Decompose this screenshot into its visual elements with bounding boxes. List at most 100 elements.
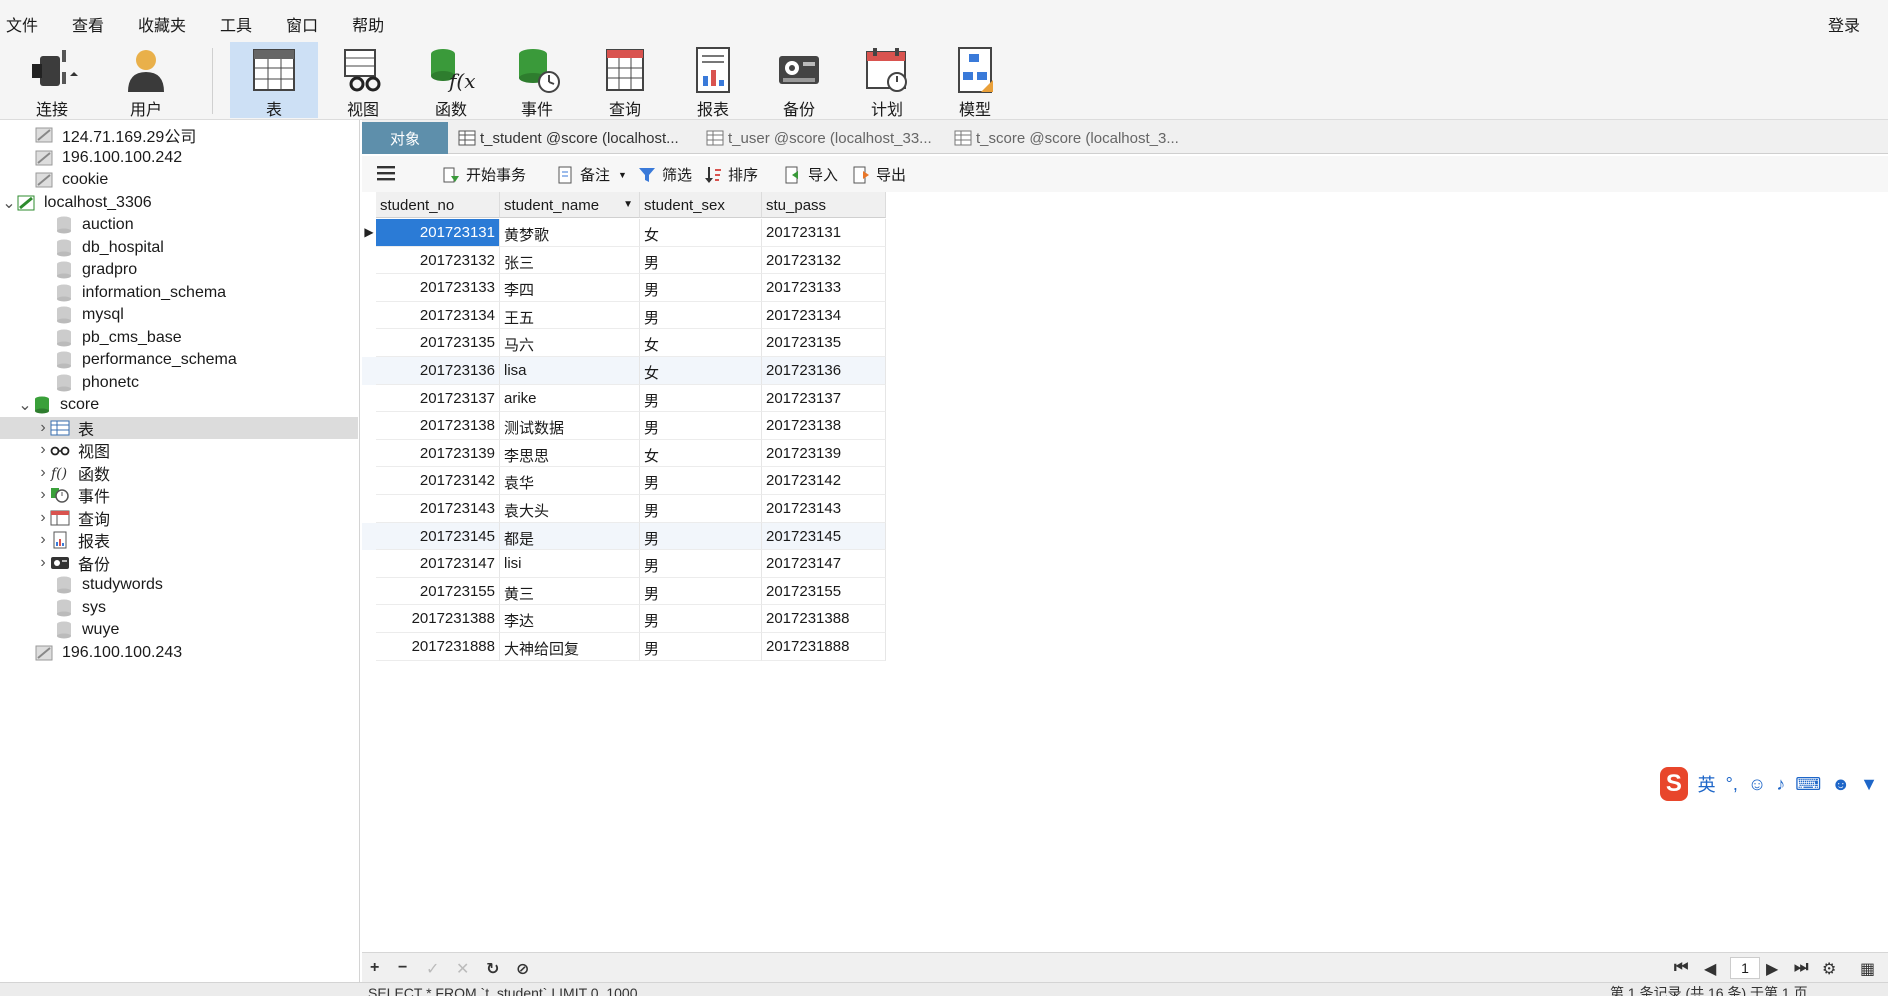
tab-t-score[interactable]: t_score @score (localhost_3... [948,122,1198,154]
ime-toolbar[interactable]: S 英 °, ☺ ♪ ⌨ ☻ ▼ [1660,766,1888,802]
tree-item[interactable]: phonetc [0,372,358,395]
table-cell[interactable]: 王五 [500,301,640,330]
menu-item[interactable]: 查看 [72,12,104,36]
tree-item[interactable]: auction [0,214,358,237]
table-cell[interactable]: 201723147 [376,550,500,578]
table-row[interactable]: 201723135 马六女 201723135 [362,329,886,357]
chevron-right-icon[interactable]: › [36,486,50,504]
tree-item[interactable]: 124.71.169.29公司 [0,124,358,147]
table-cell[interactable]: 201723145 [762,522,886,551]
tab-objects[interactable]: 对象 [362,122,448,154]
table-row[interactable]: 201723155 黄三男 201723155 [362,577,886,606]
table-cell[interactable]: 黄三 [500,577,640,606]
first-page-icon[interactable]: ⏮ [1674,959,1688,977]
table-row[interactable]: 201723139 李思思女 201723139 [362,439,886,468]
table-cell[interactable]: 201723139 [376,439,500,468]
table-cell[interactable]: 201723155 [376,577,500,606]
table-cell[interactable]: 201723143 [376,495,500,523]
report-button[interactable]: 报表 [678,42,748,119]
table-cell[interactable]: 男 [640,550,762,578]
tree-item[interactable]: cookie [0,169,358,192]
next-page-icon[interactable]: ▶ [1766,959,1778,979]
tab-t-user[interactable]: t_user @score (localhost_33... [700,122,938,154]
table-row[interactable]: ▶ 201723131 黄梦歌女 201723131 [362,219,886,247]
microphone-icon[interactable]: ♪ [1776,774,1785,795]
table-row[interactable]: 2017231388 李达男 2017231388 [362,605,886,633]
table-row[interactable]: 201723133 李四男 201723133 [362,274,886,302]
tree-item[interactable]: › 查询 [0,507,358,530]
table-row[interactable]: 201723142 袁华男 201723142 [362,467,886,495]
function-button[interactable]: f(x) 函数 [416,42,486,119]
table-cell[interactable]: 女 [640,357,762,385]
tree-item[interactable]: › f() 函数 [0,462,358,485]
model-button[interactable]: 模型 [940,42,1010,119]
table-cell[interactable]: 都是 [500,522,640,551]
user-button[interactable]: 用户 [108,42,184,119]
table-cell[interactable]: 201723135 [762,329,886,357]
table-cell[interactable]: 袁华 [500,467,640,495]
last-page-icon[interactable]: ⏭ [1794,959,1808,977]
table-cell[interactable]: 男 [640,412,762,440]
table-cell[interactable]: 2017231388 [762,605,886,633]
table-cell[interactable]: 201723131 [376,219,500,247]
table-cell[interactable]: 女 [640,439,762,468]
apply-icon[interactable]: ✓ [426,959,439,979]
tree-item[interactable]: › 事件 [0,484,358,507]
table-cell[interactable]: 201723137 [376,384,500,413]
query-button[interactable]: 查询 [590,42,660,119]
table-cell[interactable]: 201723135 [376,329,500,357]
table-cell[interactable]: 大神给回复 [500,633,640,661]
table-cell[interactable]: 201723145 [376,522,500,551]
tree-item[interactable]: mysql [0,304,358,327]
skin-icon[interactable]: ▼ [1860,774,1878,795]
table-row[interactable]: 201723136 lisa 女 201723136 [362,357,886,385]
tree-item[interactable]: studywords [0,574,358,597]
tab-t-student[interactable]: t_student @score (localhost... [452,122,690,154]
tree-item[interactable]: gradpro [0,259,358,282]
tree-item[interactable]: performance_schema [0,349,358,372]
table-cell[interactable]: 男 [640,384,762,413]
table-cell[interactable]: 201723137 [762,384,886,413]
table-cell[interactable]: 201723147 [762,550,886,578]
tree-item[interactable]: db_hospital [0,237,358,260]
table-cell[interactable]: 马六 [500,329,640,357]
table-button[interactable]: 表 [230,42,318,119]
page-number-input[interactable]: 1 [1730,957,1760,979]
event-button[interactable]: 事件 [502,42,572,119]
chevron-down-icon[interactable]: ⌄ [2,193,16,213]
menu-item[interactable]: 窗口 [286,12,318,36]
table-cell[interactable]: 201723132 [762,246,886,275]
gear-icon[interactable]: ⚙ [1822,959,1836,979]
delete-record-icon[interactable]: − [398,959,407,977]
table-cell[interactable]: 女 [640,219,762,247]
login-link[interactable]: 登录 [1828,12,1860,36]
sort-button[interactable]: 排序 [704,164,758,185]
chevron-down-icon[interactable]: ⌄ [18,395,32,415]
tree-item[interactable]: › 表 [0,416,358,439]
chevron-right-icon[interactable]: › [36,509,50,527]
chevron-right-icon[interactable]: › [36,464,50,482]
table-row[interactable]: 201723134 王五男 201723134 [362,301,886,330]
ime-lang[interactable]: 英 [1698,771,1716,797]
table-cell[interactable]: 201723138 [762,412,886,440]
filter-button[interactable]: 筛选 [638,164,692,185]
table-cell[interactable]: 201723139 [762,439,886,468]
table-cell[interactable]: 201723133 [762,274,886,302]
table-cell[interactable]: 男 [640,467,762,495]
connect-button[interactable]: 连接 [14,42,90,119]
table-cell[interactable]: 201723133 [376,274,500,302]
table-cell[interactable]: 2017231388 [376,605,500,633]
table-row[interactable]: 201723147 lisi 男 201723147 [362,550,886,578]
chevron-down-icon[interactable]: ▼ [623,199,633,210]
table-cell[interactable]: 测试数据 [500,412,640,440]
prev-page-icon[interactable]: ◀ [1704,959,1716,979]
table-cell[interactable]: 男 [640,633,762,661]
tree-item[interactable]: 196.100.100.242 [0,147,358,170]
table-cell[interactable]: arike [500,384,640,413]
table-cell[interactable]: lisi [500,550,640,578]
menu-item[interactable]: 帮助 [352,12,384,36]
column-header[interactable]: stu_pass [762,192,886,218]
column-header[interactable]: student_sex [640,192,762,218]
table-row[interactable]: 201723138 测试数据男 201723138 [362,412,886,440]
table-cell[interactable]: 李达 [500,605,640,633]
